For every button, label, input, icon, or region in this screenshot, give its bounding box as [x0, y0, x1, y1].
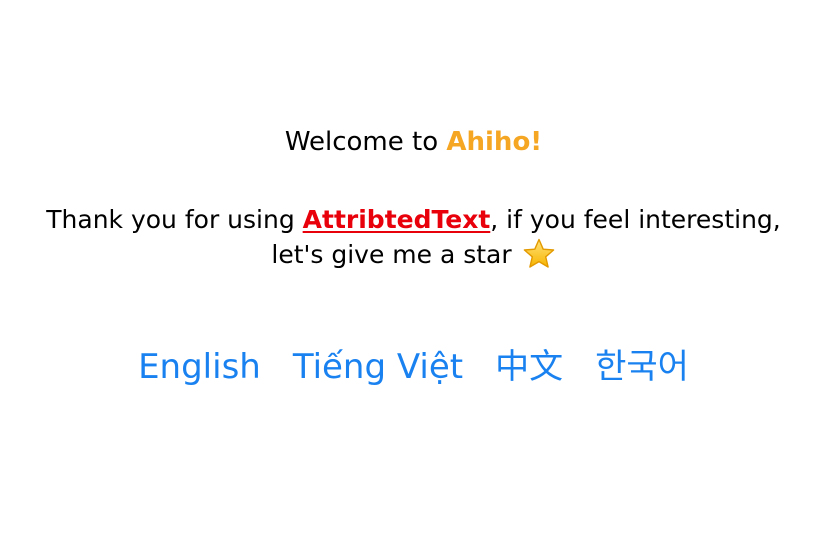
thank-you-message: Thank you for using AttribtedText, if yo… [0, 203, 827, 272]
welcome-prefix: Welcome to [284, 127, 447, 157]
brand-name: Ahiho! [446, 127, 543, 157]
star-icon [523, 238, 554, 268]
welcome-text: Welcome to Ahiho! [0, 125, 827, 159]
language-button-vietnamese[interactable]: Tiếng Việt [293, 340, 463, 394]
message-before-link: Thank you for using [46, 205, 303, 234]
language-button-korean[interactable]: 한국어 [595, 340, 689, 394]
message-line-2: let's give me a star [0, 237, 827, 272]
language-button-chinese[interactable]: 中文 [495, 340, 563, 394]
message-after-link: , if you feel interesting, [490, 205, 781, 234]
language-selector: English Tiếng Việt 中文 한국어 [0, 340, 827, 394]
language-button-english[interactable]: English [138, 340, 261, 394]
message-line-1: Thank you for using AttribtedText, if yo… [0, 203, 827, 237]
attributed-text-link[interactable]: AttribtedText [303, 205, 491, 234]
message-line-2-text: let's give me a star [271, 240, 520, 269]
